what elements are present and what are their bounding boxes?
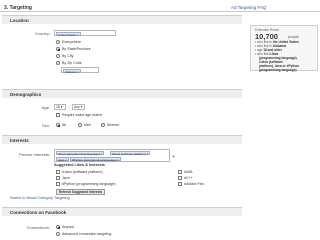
interest-token[interactable]: #Python (programming language) × — [70, 157, 122, 162]
radio-sex-women[interactable] — [101, 123, 105, 127]
suggested-label: #C++ — [184, 176, 193, 180]
suggested-checkbox[interactable] — [56, 182, 60, 186]
interest-token[interactable]: Java × — [56, 157, 69, 162]
interest-token[interactable]: #Java (programming language) × — [56, 151, 105, 156]
age-separator: - — [68, 105, 70, 109]
sex-option-label: All — [62, 123, 66, 127]
suggested-label: #Python (programming language) — [62, 182, 116, 186]
radio-by-city[interactable] — [56, 54, 60, 58]
state-token[interactable]: Alabama × — [63, 68, 82, 74]
radio-everywhere[interactable] — [56, 40, 60, 44]
targeting-header: 3. Targeting Ad Targeting FAQ — [0, 2, 320, 12]
option-label: Everywhere — [62, 40, 81, 44]
suggested-label: #Adobe Flex — [184, 182, 205, 186]
suggested-checkbox[interactable] — [178, 176, 182, 180]
suggested-checkbox[interactable] — [56, 176, 60, 180]
option-label: By State/Province — [62, 47, 91, 51]
section-title: Location — [10, 17, 29, 23]
age-label: Age: — [41, 105, 50, 110]
add-interest-icon[interactable]: + — [172, 154, 175, 160]
radio-by-state[interactable] — [56, 47, 60, 51]
estimated-reach-panel: Estimated Reach 10,700 people • who live… — [250, 25, 318, 72]
reach-unit: people — [288, 34, 299, 39]
age-max-select[interactable]: Any ▾ — [72, 104, 85, 110]
precise-interests-input[interactable]: #Java (programming language) × #Java (so… — [54, 149, 170, 162]
section-interests: Interests — [2, 135, 242, 144]
country-input[interactable]: United States × — [54, 30, 116, 37]
precise-interests-label: Precise Interests: — [19, 152, 50, 157]
option-label: By Zip Code — [62, 61, 82, 65]
exact-age-checkbox[interactable] — [56, 113, 60, 117]
suggested-checkbox[interactable] — [178, 170, 182, 174]
sex-label: Sex: — [41, 123, 50, 128]
section-demographics: Demographics — [2, 89, 242, 98]
country-token[interactable]: United States × — [56, 31, 81, 37]
faq-link[interactable]: Ad Targeting FAQ — [231, 5, 266, 10]
suggested-checkbox[interactable] — [178, 182, 182, 186]
radio-advanced-connections[interactable] — [56, 232, 60, 236]
section-title: Demographics — [10, 91, 42, 97]
section-location: Location — [2, 15, 242, 24]
reach-line: (programming language) — [259, 68, 297, 72]
broad-category-link[interactable]: Switch to Broad Category Targeting — [10, 196, 70, 200]
suggested-title: Suggested Likes & Interests — [54, 163, 105, 167]
sex-option-label: Men — [84, 123, 91, 127]
interest-token[interactable]: #Java (software platform) × — [110, 151, 151, 156]
suggested-label: #XML — [184, 170, 194, 174]
exact-age-label: Require exact age match — [62, 113, 102, 117]
page-title: 3. Targeting — [4, 5, 32, 11]
country-label: Country: — [34, 31, 50, 36]
radio-anyone[interactable] — [56, 225, 60, 229]
connections-label: Connections: — [26, 225, 50, 230]
radio-by-zip[interactable] — [56, 61, 60, 65]
suggested-checkbox[interactable] — [56, 170, 60, 174]
section-connections: Connections on Facebook — [2, 207, 242, 216]
refresh-suggested-button[interactable]: Refresh Suggested Interests — [56, 189, 106, 195]
radio-sex-men[interactable] — [78, 123, 82, 127]
radio-sex-all[interactable] — [56, 123, 60, 127]
suggested-label: #Java (software platform) — [62, 170, 103, 174]
option-label: By City — [62, 54, 74, 58]
sex-option-label: Women — [107, 123, 120, 127]
age-min-select[interactable]: 18 ▾ — [54, 104, 66, 110]
state-input[interactable]: Alabama × — [61, 67, 99, 74]
section-title: Connections on Facebook — [10, 209, 67, 215]
suggested-label: Java — [62, 176, 70, 180]
connection-option-label: Anyone — [62, 225, 75, 229]
section-title: Interests — [10, 137, 29, 143]
connection-option-label: Advanced connection targeting — [62, 232, 112, 236]
